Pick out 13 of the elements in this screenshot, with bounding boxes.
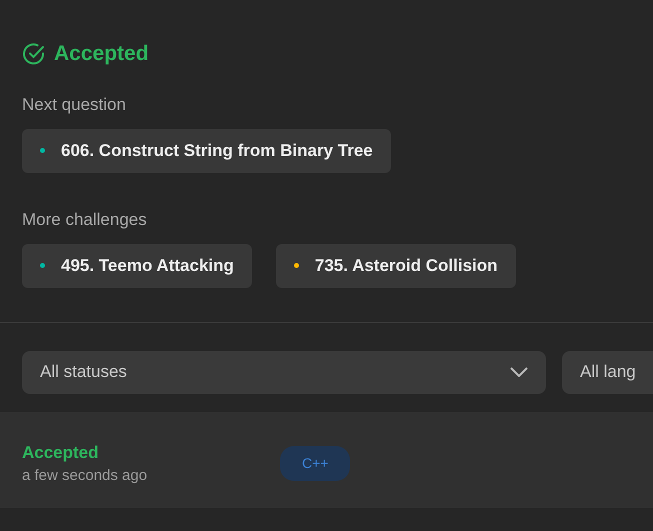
problem-chip[interactable]: 735. Asteroid Collision xyxy=(276,244,516,288)
section-heading: Next question xyxy=(22,94,127,116)
language-select[interactable]: All lang xyxy=(562,350,653,394)
language-tag: C++ xyxy=(280,446,350,480)
problem-chip[interactable]: 495. Teemo Attacking xyxy=(22,244,252,288)
section-heading: More challenges xyxy=(22,208,148,230)
status-heading: Accepted xyxy=(54,41,149,67)
check-circle-icon xyxy=(22,42,46,66)
submission-time: a few seconds ago xyxy=(22,466,148,486)
submission-row[interactable]: Accepted a few seconds ago C++ xyxy=(0,412,653,508)
problem-chip[interactable]: 606. Construct String from Binary Tree xyxy=(22,129,391,172)
submission-status: Accepted xyxy=(22,442,100,464)
status-select[interactable]: All statuses xyxy=(22,350,546,394)
